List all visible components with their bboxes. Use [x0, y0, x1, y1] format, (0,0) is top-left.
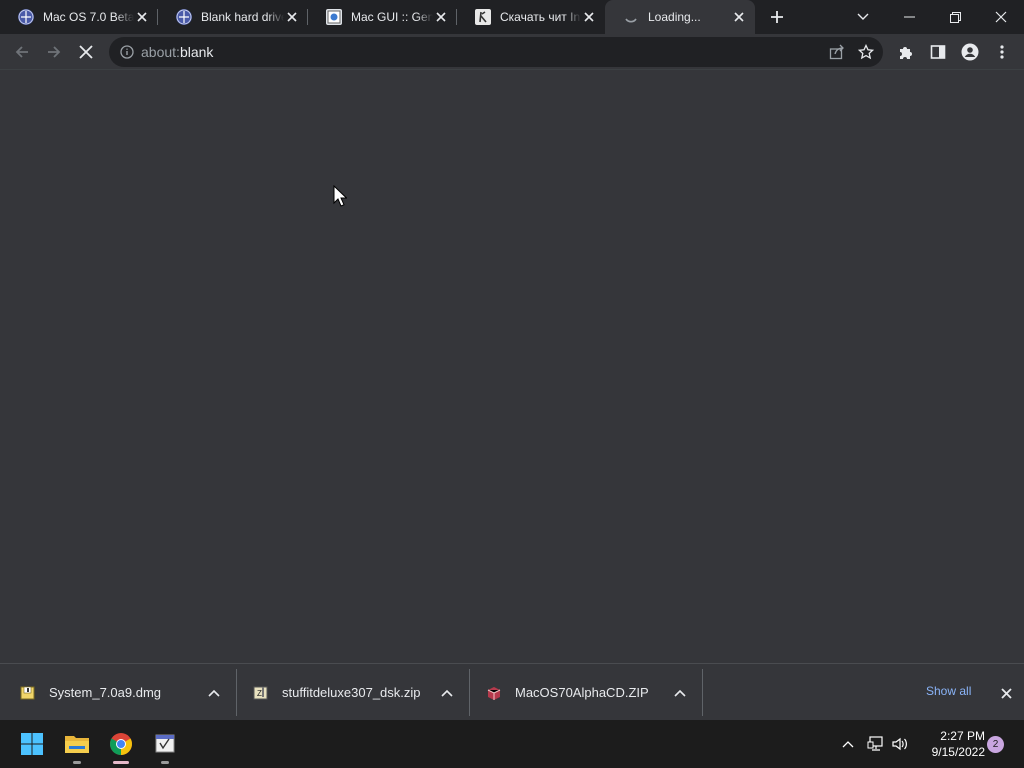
zip-file-icon: Z [253, 685, 269, 701]
tab-search-button[interactable] [840, 0, 886, 34]
show-all-downloads-link[interactable]: Show all [926, 684, 971, 698]
side-panel-button[interactable] [924, 38, 952, 66]
chevron-up-icon[interactable] [439, 685, 455, 701]
kebab-menu-icon [1000, 45, 1004, 59]
new-tab-button[interactable] [765, 5, 789, 29]
show-hidden-icons-button[interactable] [838, 720, 858, 768]
url-host: blank [179, 44, 214, 60]
disk-image-file-icon [20, 685, 36, 701]
loading-spinner-icon [623, 9, 639, 25]
download-shelf: System_7.0a9.dmg Z stuffitdeluxe307_dsk.… [0, 663, 1024, 720]
close-icon [995, 11, 1007, 23]
tab-mac-gui[interactable]: Mac GUI :: Gene [308, 0, 457, 34]
clock-time: 2:27 PM [940, 729, 985, 743]
tab-strip: Mac OS 7.0 Beta Blank hard drive Mac GUI… [0, 0, 1024, 34]
side-panel-icon [930, 45, 946, 59]
tab-title: Mac OS 7.0 Beta [43, 10, 134, 24]
stop-loading-button[interactable] [72, 38, 100, 66]
close-window-button[interactable] [978, 0, 1024, 34]
os-globe-icon [176, 9, 192, 25]
menu-button[interactable] [988, 38, 1016, 66]
forward-button[interactable] [40, 38, 68, 66]
mouse-cursor-icon [333, 185, 347, 207]
download-item[interactable]: System_7.0a9.dmg [0, 664, 237, 721]
macgui-icon [326, 9, 342, 25]
restore-icon [949, 11, 961, 23]
close-icon[interactable] [731, 9, 747, 25]
close-icon [79, 45, 93, 59]
windows-logo-icon [21, 733, 43, 755]
arrow-right-icon [48, 46, 61, 58]
download-item[interactable]: MacOS70AlphaCD.ZIP [466, 664, 703, 721]
tab-title: Loading... [648, 10, 701, 24]
tab-cheat-download[interactable]: Скачать чит Int [457, 0, 605, 34]
minimize-icon [903, 16, 915, 18]
tab-mac-os-7-beta[interactable]: Mac OS 7.0 Beta [0, 0, 158, 34]
close-icon[interactable] [581, 9, 597, 25]
tab-title: Скачать чит Int [500, 10, 581, 24]
address-bar[interactable]: about:blank [109, 37, 883, 67]
chevron-down-icon [857, 13, 869, 20]
tab-loading[interactable]: Loading... [605, 0, 755, 34]
browser-toolbar: about:blank [0, 34, 1024, 70]
extensions-button[interactable] [892, 38, 920, 66]
windows-taskbar: 2:27 PM 9/15/2022 [0, 720, 1024, 768]
chevron-up-icon [842, 741, 854, 748]
clock-date: 9/15/2022 [931, 745, 985, 759]
os-globe-icon [18, 9, 34, 25]
page-content[interactable] [0, 70, 1024, 663]
chrome-taskbar-button[interactable] [103, 726, 139, 764]
chevron-up-icon[interactable] [672, 685, 688, 701]
tab-blank-hard-drive[interactable]: Blank hard drive [158, 0, 308, 34]
system-clock[interactable]: 2:27 PM 9/15/2022 [915, 728, 985, 760]
editor-app-icon [155, 734, 175, 753]
svg-text:Z: Z [257, 689, 262, 698]
puzzle-icon [900, 47, 912, 59]
start-button[interactable] [14, 726, 50, 762]
winrar-archive-icon [486, 685, 502, 701]
bookmark-star-icon[interactable] [857, 43, 875, 65]
minimize-button[interactable] [886, 0, 932, 34]
notification-badge[interactable]: 2 [987, 736, 1004, 753]
file-explorer-button[interactable] [59, 726, 95, 764]
download-filename: stuffitdeluxe307_dsk.zip [282, 685, 421, 700]
chevron-up-icon[interactable] [206, 685, 222, 701]
volume-icon[interactable] [889, 720, 911, 768]
download-filename: System_7.0a9.dmg [49, 685, 162, 700]
tab-title: Blank hard drive [201, 10, 284, 24]
share-icon[interactable] [829, 44, 845, 65]
tab-title: Mac GUI :: Gene [351, 10, 433, 24]
url-scheme: about: [141, 44, 180, 60]
chrome-icon [110, 733, 132, 755]
close-icon[interactable] [284, 9, 300, 25]
arrow-left-icon [15, 46, 28, 58]
download-filename: MacOS70AlphaCD.ZIP [515, 685, 649, 700]
close-icon[interactable] [433, 9, 449, 25]
close-download-shelf-button[interactable] [997, 684, 1015, 702]
info-icon[interactable] [119, 44, 135, 60]
folder-icon [65, 736, 89, 753]
back-button[interactable] [8, 38, 36, 66]
person-icon [961, 43, 979, 61]
app-taskbar-button[interactable] [147, 726, 183, 764]
profile-button[interactable] [956, 38, 984, 66]
url-text[interactable]: about:blank [141, 44, 213, 60]
network-icon[interactable] [865, 720, 887, 768]
close-icon[interactable] [134, 9, 150, 25]
download-item[interactable]: Z stuffitdeluxe307_dsk.zip [233, 664, 470, 721]
counter-strike-icon [475, 9, 491, 25]
close-icon [1000, 687, 1012, 699]
plus-icon [771, 11, 783, 23]
restore-button[interactable] [932, 0, 978, 34]
